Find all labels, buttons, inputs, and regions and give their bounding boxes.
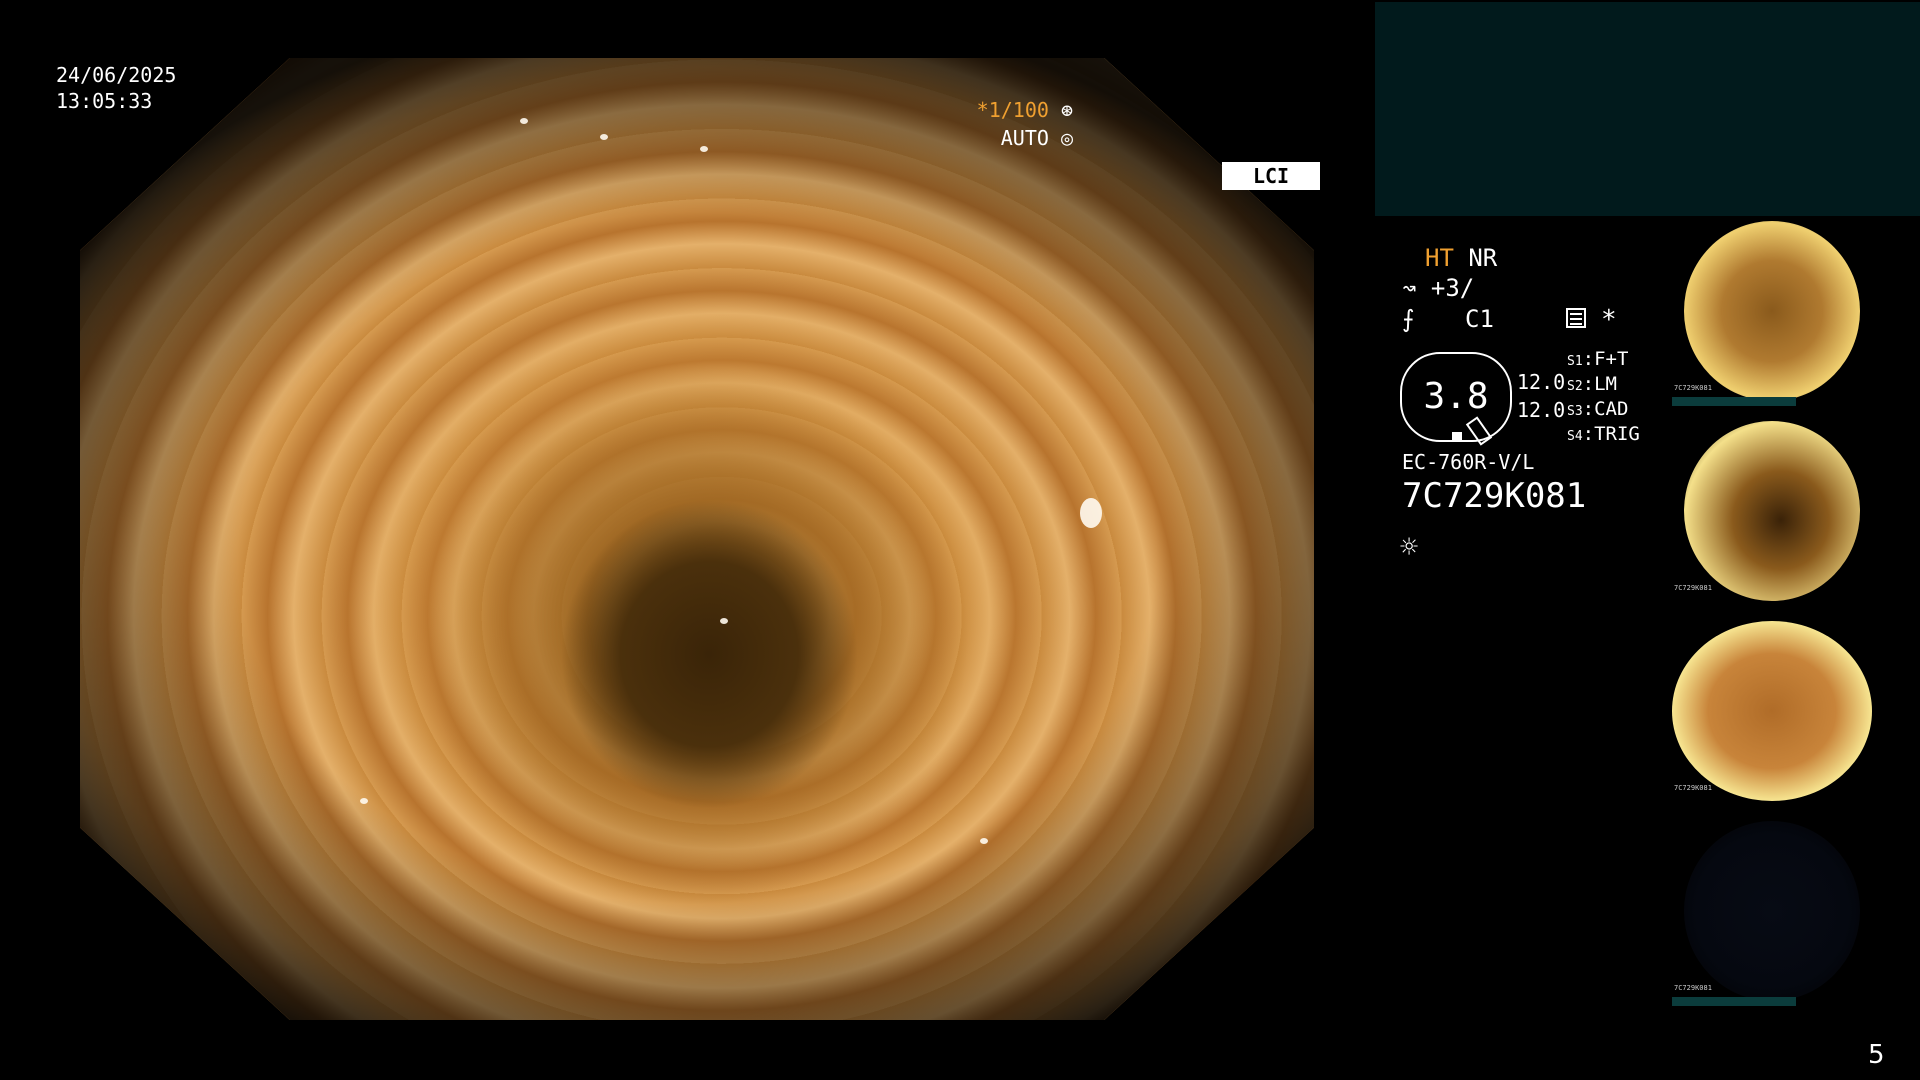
switch-4: S4:TRIG	[1567, 423, 1640, 445]
thumbnail-image	[1684, 821, 1860, 1001]
scope-model: EC-760R-V/L	[1402, 450, 1535, 474]
enhance-setting: ↝ +3/	[1402, 274, 1474, 302]
ht-label: HT	[1425, 244, 1454, 272]
light-icon: ☼	[1400, 530, 1419, 565]
shutter-readout: *1/100 ⊛	[977, 98, 1073, 122]
thumbnail-caption: 7C729K081	[1674, 584, 1712, 592]
light-reflection	[980, 838, 988, 844]
switch-key: S2	[1567, 379, 1583, 394]
color-icon: ⨍	[1402, 305, 1415, 333]
capture-thumbnail[interactable]: 7C729K081	[1672, 216, 1920, 406]
thumbnail-image	[1684, 421, 1860, 601]
ht-nr-status: HT NR	[1425, 244, 1497, 272]
light-reflection	[720, 618, 728, 624]
thumbnail-caption: 7C729K081	[1674, 784, 1712, 792]
switch-label: F+T	[1594, 348, 1629, 370]
value-1: 12.0	[1517, 370, 1566, 394]
light-reflection	[360, 798, 368, 804]
thumbnail-image	[1672, 621, 1872, 801]
switch-label: TRIG	[1594, 423, 1640, 445]
time-text: 13:05:33	[56, 89, 153, 113]
endoscope-view	[80, 58, 1314, 1020]
capture-thumbnail[interactable]: 7C729K081	[1672, 616, 1920, 806]
vignette	[80, 58, 1314, 1020]
switch-key: S3	[1567, 404, 1583, 419]
value-2: 12.0	[1517, 398, 1566, 422]
light-reflection	[1080, 498, 1102, 528]
thumbnail-bar	[1672, 397, 1796, 406]
capture-thumbnail[interactable]: 7C729K081	[1672, 416, 1920, 606]
scope-serial: 7C729K081	[1402, 476, 1587, 516]
gauge-mark	[1452, 432, 1462, 440]
switch-key: S4	[1567, 429, 1583, 444]
datetime: 24/06/2025 13:05:33	[56, 62, 176, 114]
thumbnail-bar	[1672, 997, 1796, 1006]
brightness-gauge: 3.8	[1400, 352, 1512, 442]
iris-readout: AUTO ◎	[1001, 126, 1073, 150]
star-indicator: *	[1601, 305, 1617, 335]
enhance-value: +3/	[1430, 274, 1475, 302]
imaging-mode-badge: LCI	[1222, 162, 1320, 190]
date-text: 24/06/2025	[56, 63, 177, 87]
thumbnail-caption: 7C729K081	[1674, 384, 1712, 392]
shutter-icon: ⊛	[1060, 98, 1073, 122]
switch-3: S3:CAD	[1567, 398, 1629, 420]
shutter-value: *1/100	[976, 98, 1049, 122]
color-value: C1	[1465, 305, 1494, 333]
switch-1: S1:F+T	[1567, 348, 1629, 370]
light-reflection	[700, 146, 708, 152]
light-reflection	[520, 118, 528, 124]
switch-label: LM	[1594, 373, 1617, 395]
nr-label: NR	[1468, 244, 1498, 272]
switch-label: CAD	[1594, 398, 1629, 420]
enhance-icon: ↝	[1402, 274, 1417, 302]
info-box	[1375, 2, 1920, 216]
page-number: 5	[1868, 1040, 1885, 1070]
iris-mode: AUTO	[1000, 126, 1049, 150]
thumbnail-image	[1684, 221, 1860, 401]
thumbnail-caption: 7C729K081	[1674, 984, 1712, 992]
light-reflection	[600, 134, 608, 140]
switch-2: S2:LM	[1567, 373, 1617, 395]
switch-key: S1	[1567, 354, 1583, 369]
iris-icon: ◎	[1060, 126, 1073, 150]
capture-thumbnail[interactable]: 7C729K081	[1672, 816, 1920, 1006]
menu-icon	[1566, 308, 1586, 328]
